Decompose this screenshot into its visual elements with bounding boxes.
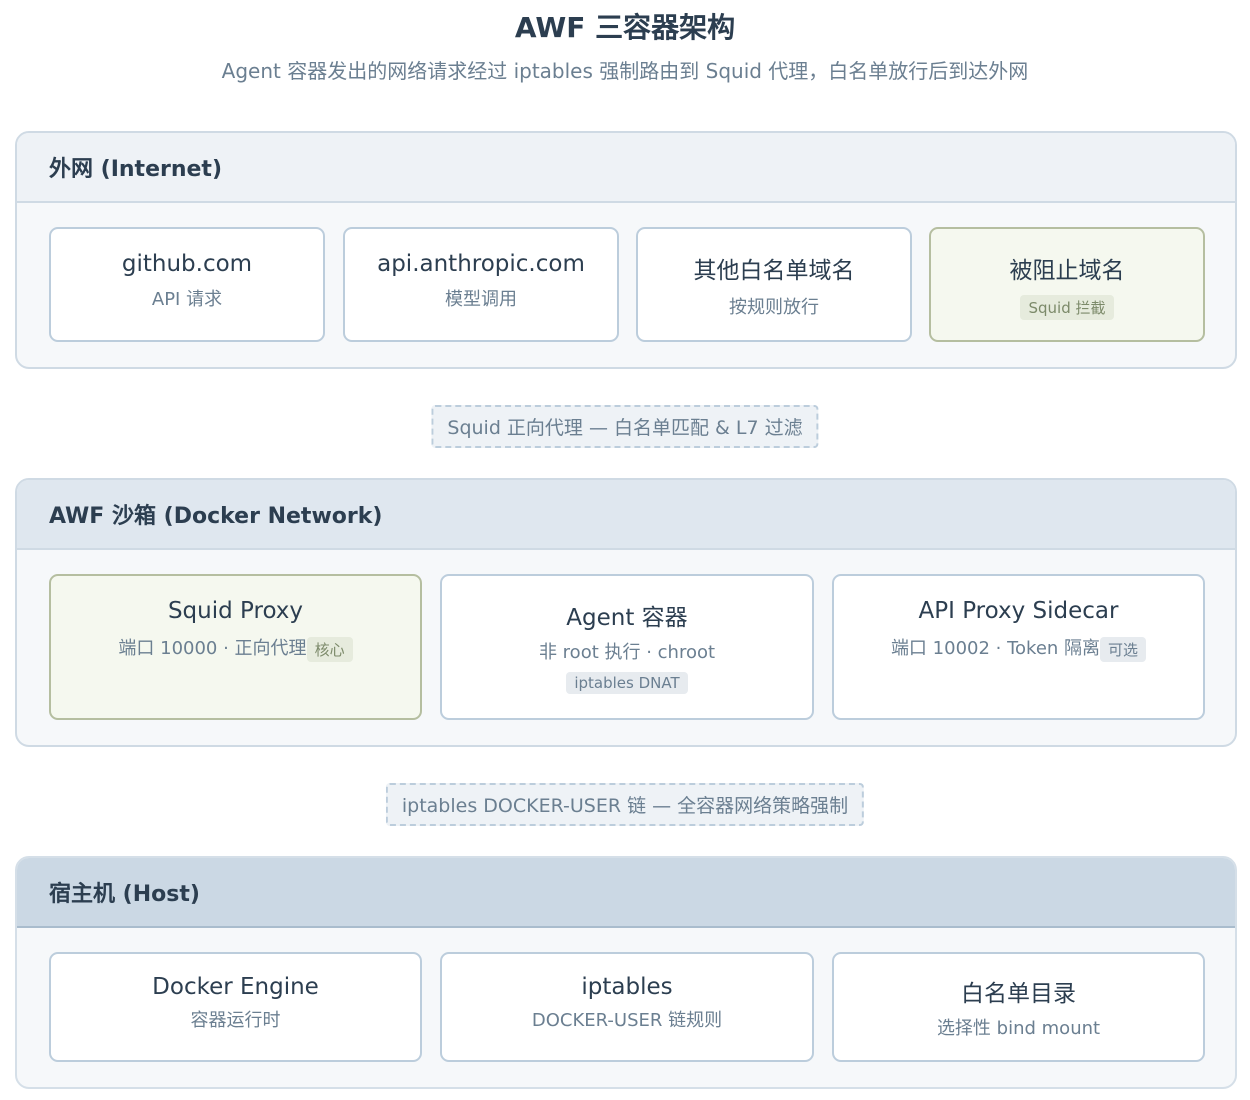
optional-tag: 可选	[1100, 636, 1147, 662]
docker-engine-sub: 容器运行时	[190, 1010, 281, 1031]
squid-proxy-sub: 端口 10000 · 正向代理	[118, 638, 307, 659]
iptables-sub: DOCKER-USER 链规则	[531, 1010, 723, 1031]
blocked-node: 被阻止域名 Squid 拦截	[929, 227, 1205, 342]
api-proxy-sidecar-node: API Proxy Sidecar 端口 10002 · Token 隔离 可选	[832, 574, 1205, 720]
whitelist-dir-node: 白名单目录 选择性 bind mount	[832, 952, 1205, 1062]
squid-proxy-title: Squid Proxy	[167, 598, 304, 624]
github-node-sub: API 请求	[151, 289, 223, 310]
host-layer: 宿主机 (Host) Docker Engine 容器运行时 iptables …	[15, 856, 1237, 1089]
anthropic-node-title: api.anthropic.com	[377, 251, 585, 277]
blocked-node-title: 被阻止域名	[1009, 258, 1125, 284]
whitelist-node-sub: 按规则放行	[729, 297, 819, 318]
sandbox-layer-title: AWF 沙箱 (Docker Network)	[17, 480, 1235, 550]
diagram-title: AWF 三容器架构	[514, 11, 736, 44]
internet-layer-title: 外网 (Internet)	[17, 133, 1235, 203]
docker-engine-title: Docker Engine	[152, 974, 319, 1000]
core-tag: 核心	[306, 636, 353, 662]
squid-block-tag: Squid 拦截	[1020, 295, 1114, 320]
api-proxy-sidecar-sub: 端口 10002 · Token 隔离	[890, 638, 1101, 659]
whitelist-node-title: 其他白名单域名	[693, 258, 855, 284]
iptables-connector-label: iptables DOCKER-USER 链 — 全容器网络策略强制	[385, 783, 865, 826]
docker-engine-node: Docker Engine 容器运行时	[49, 952, 422, 1062]
squid-proxy-node: Squid Proxy 端口 10000 · 正向代理 核心	[49, 574, 422, 720]
squid-connector-label: Squid 正向代理 — 白名单匹配 & L7 过滤	[431, 405, 819, 448]
iptables-title: iptables	[581, 974, 673, 1000]
internet-layer: 外网 (Internet) github.com API 请求 api.anth…	[15, 131, 1237, 369]
agent-container-sub: 非 root 执行 · chroot	[538, 642, 716, 663]
agent-container-title: Agent 容器	[566, 605, 688, 631]
whitelist-dir-title: 白名单目录	[961, 981, 1076, 1007]
anthropic-node: api.anthropic.com 模型调用	[343, 227, 619, 342]
anthropic-node-sub: 模型调用	[445, 289, 517, 310]
github-node-title: github.com	[121, 251, 253, 277]
diagram-subtitle: Agent 容器发出的网络请求经过 iptables 强制路由到 Squid 代…	[221, 59, 1029, 83]
api-proxy-sidecar-title: API Proxy Sidecar	[918, 598, 1119, 624]
sandbox-layer: AWF 沙箱 (Docker Network) Squid Proxy 端口 1…	[15, 478, 1237, 747]
iptables-node: iptables DOCKER-USER 链规则	[440, 952, 814, 1062]
iptables-dnat-tag: iptables DNAT	[566, 672, 688, 694]
whitelist-node: 其他白名单域名 按规则放行	[636, 227, 912, 342]
agent-container-node: Agent 容器 非 root 执行 · chroot iptables DNA…	[440, 574, 814, 720]
whitelist-dir-sub: 选择性 bind mount	[936, 1018, 1101, 1039]
host-layer-title: 宿主机 (Host)	[17, 858, 1235, 928]
github-node: github.com API 请求	[49, 227, 325, 342]
